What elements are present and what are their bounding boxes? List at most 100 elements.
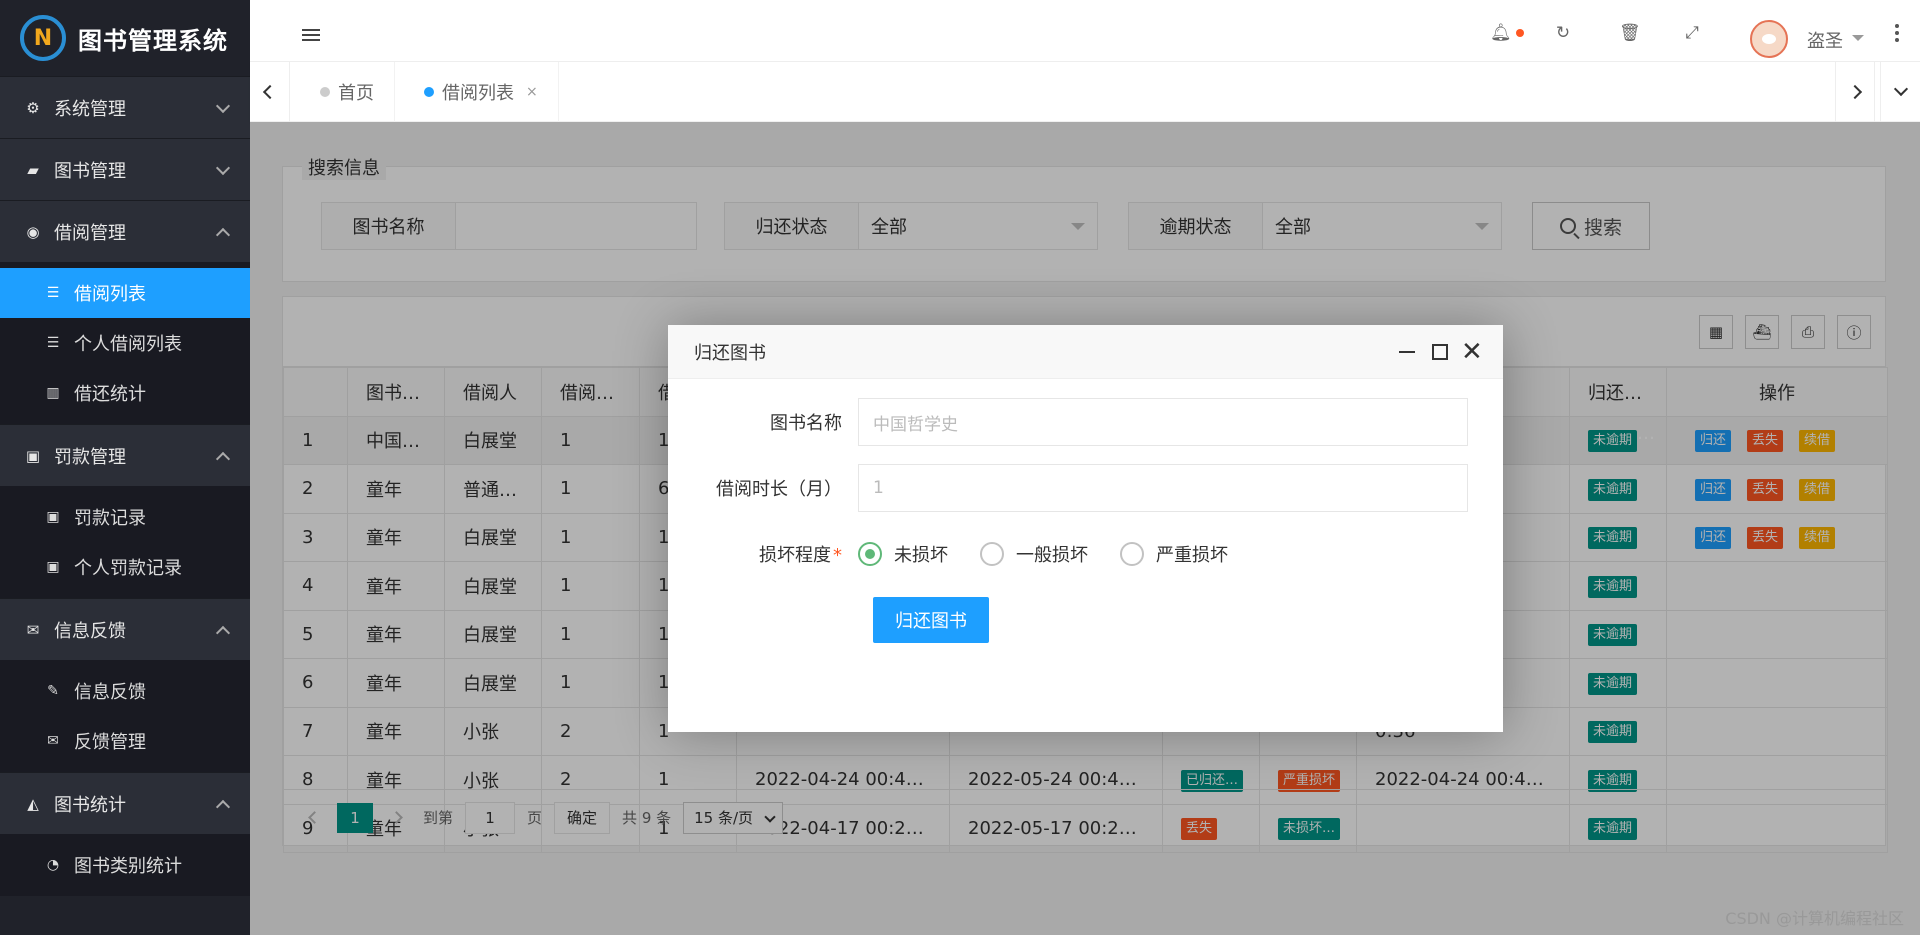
tab-scroll-left-icon[interactable] bbox=[250, 62, 290, 122]
tab-scroll-right-icon[interactable] bbox=[1835, 62, 1875, 122]
damage-radio-2[interactable]: 严重损坏 bbox=[1120, 541, 1228, 567]
dialog-row-book-name: 图书名称 中国哲学史 bbox=[668, 398, 1468, 446]
logo-letter: N bbox=[33, 25, 53, 51]
sidebar-item-label: 借还统计 bbox=[74, 384, 146, 405]
logo-icon: N bbox=[20, 15, 66, 61]
app-title: 图书管理系统 bbox=[78, 26, 228, 55]
sidebar-item-2-0[interactable]: ☰ 借阅列表 bbox=[0, 268, 250, 318]
tab-close-icon[interactable]: × bbox=[526, 84, 538, 100]
dialog-damage-label: 损坏程度 * bbox=[668, 541, 858, 567]
radio-label: 严重损坏 bbox=[1156, 545, 1228, 566]
sidebar-group-label: 借阅管理 bbox=[54, 222, 126, 244]
sidebar-item-5-0[interactable]: ◔ 图书类别统计 bbox=[0, 840, 250, 890]
sidebar-group-5[interactable]: ◭ 图书统计 bbox=[0, 772, 250, 834]
sidebar-item-icon: ▥ bbox=[46, 385, 60, 401]
sidebar-item-label: 个人借阅列表 bbox=[74, 334, 182, 355]
sidebar-item-icon: ☰ bbox=[46, 285, 60, 301]
user-caret-icon[interactable] bbox=[1852, 35, 1864, 47]
sidebar-submenu: ◔ 图书类别统计 bbox=[0, 834, 250, 896]
sidebar-item-label: 反馈管理 bbox=[74, 732, 146, 753]
sidebar-item-icon: ◔ bbox=[46, 857, 60, 873]
return-book-dialog: 归还图书 ✕ 图书名称 中国哲学史 借阅时长（月） 1 损坏程度 * 未损坏 一般损… bbox=[668, 325, 1503, 732]
sidebar-item-4-1[interactable]: ✉ 反馈管理 bbox=[0, 716, 250, 766]
gear-icon: ⚙ bbox=[26, 98, 40, 117]
logo[interactable]: N 图书管理系统 bbox=[0, 0, 250, 76]
tab-dot bbox=[320, 87, 330, 97]
tab-menu-chevron-down-icon[interactable] bbox=[1880, 62, 1920, 122]
dialog-duration-input[interactable]: 1 bbox=[858, 464, 1468, 512]
sidebar-group-3[interactable]: ▣ 罚款管理 bbox=[0, 424, 250, 486]
more-icon[interactable] bbox=[1895, 24, 1899, 42]
sidebar-item-label: 借阅列表 bbox=[74, 284, 146, 305]
sidebar-item-2-1[interactable]: ☰ 个人借阅列表 bbox=[0, 318, 250, 368]
sidebar-group-1[interactable]: ▰ 图书管理 bbox=[0, 138, 250, 200]
sidebar-group-label: 系统管理 bbox=[54, 98, 126, 120]
chevron-up-icon bbox=[215, 625, 231, 640]
chevron-down-icon bbox=[215, 160, 231, 175]
menu-toggle-icon[interactable] bbox=[302, 29, 320, 43]
dialog-row-duration: 借阅时长（月） 1 bbox=[668, 464, 1468, 512]
sidebar-group-label: 罚款管理 bbox=[54, 446, 126, 468]
sidebar-item-label: 图书类别统计 bbox=[74, 856, 182, 877]
username[interactable]: 盗圣 bbox=[1807, 27, 1843, 53]
tab-dot bbox=[424, 87, 434, 97]
dialog-header: 归还图书 ✕ bbox=[668, 325, 1503, 379]
damage-radio-0[interactable]: 未损坏 bbox=[858, 541, 948, 567]
sidebar-item-4-0[interactable]: ✎ 信息反馈 bbox=[0, 666, 250, 716]
envelope-icon: ✉ bbox=[26, 620, 40, 639]
sidebar-group-2[interactable]: ◉ 借阅管理 bbox=[0, 200, 250, 262]
close-icon[interactable]: ✕ bbox=[1461, 339, 1483, 365]
sidebar-group-0[interactable]: ⚙ 系统管理 bbox=[0, 76, 250, 138]
sidebar-item-icon: ☰ bbox=[46, 335, 60, 351]
radio-circle-icon bbox=[980, 542, 1004, 566]
return-book-submit-button[interactable]: 归还图书 bbox=[873, 597, 989, 643]
sidebar-item-icon: ▣ bbox=[46, 559, 60, 575]
notification-dot bbox=[1516, 29, 1524, 37]
damage-radio-1[interactable]: 一般损坏 bbox=[980, 541, 1088, 567]
required-mark: * bbox=[833, 545, 842, 566]
money-icon: ▣ bbox=[25, 446, 41, 465]
dialog-book-name-input[interactable]: 中国哲学史 bbox=[858, 398, 1468, 446]
compass-icon: ◉ bbox=[26, 222, 40, 241]
sidebar-submenu: ✎ 信息反馈 ✉ 反馈管理 bbox=[0, 660, 250, 772]
minimize-icon[interactable] bbox=[1399, 351, 1415, 353]
sidebar-item-2-2[interactable]: ▥ 借还统计 bbox=[0, 368, 250, 418]
dialog-row-damage: 损坏程度 * 未损坏 一般损坏 严重损坏 bbox=[668, 530, 1260, 578]
tab-bar: 首页 借阅列表 × bbox=[250, 62, 1920, 122]
sidebar-item-3-1[interactable]: ▣ 个人罚款记录 bbox=[0, 542, 250, 592]
chevron-down-icon bbox=[215, 98, 231, 113]
dialog-title: 归还图书 bbox=[694, 342, 766, 364]
sidebar-submenu: ☰ 借阅列表 ☰ 个人借阅列表 ▥ 借还统计 bbox=[0, 262, 250, 424]
damage-label-text: 损坏程度 bbox=[759, 545, 831, 566]
sidebar-item-3-0[interactable]: ▣ 罚款记录 bbox=[0, 492, 250, 542]
sidebar-group-4[interactable]: ✉ 信息反馈 bbox=[0, 598, 250, 660]
sidebar-group-label: 图书统计 bbox=[54, 794, 126, 816]
trash-icon[interactable]: 🗑︎ bbox=[1619, 24, 1641, 42]
tab-home[interactable]: 首页 bbox=[290, 62, 395, 122]
chevron-up-icon bbox=[215, 227, 231, 242]
maximize-icon[interactable] bbox=[1432, 344, 1448, 360]
sidebar-item-label: 信息反馈 bbox=[74, 682, 146, 703]
tab-label: 首页 bbox=[338, 83, 374, 104]
chevron-up-icon bbox=[215, 799, 231, 814]
tab-label: 借阅列表 bbox=[442, 83, 514, 104]
sidebar-submenu: ▣ 罚款记录 ▣ 个人罚款记录 bbox=[0, 486, 250, 598]
radio-label: 一般损坏 bbox=[1016, 545, 1088, 566]
dialog-duration-label: 借阅时长（月） bbox=[716, 479, 842, 500]
refresh-icon[interactable]: ↻ bbox=[1554, 24, 1572, 42]
sidebar-item-icon: ✎ bbox=[47, 683, 59, 699]
bell-icon[interactable]: 🔔︎ bbox=[1490, 24, 1512, 42]
tab-borrow-list[interactable]: 借阅列表 × bbox=[394, 62, 559, 122]
radio-circle-icon bbox=[1120, 542, 1144, 566]
sidebar-item-icon: ✉ bbox=[47, 733, 59, 749]
top-header: 🔔︎ ↻ 🗑︎ ⤢ 盗圣 bbox=[250, 0, 1920, 62]
avatar[interactable] bbox=[1750, 20, 1788, 58]
sidebar-item-label: 个人罚款记录 bbox=[74, 558, 182, 579]
sidebar-menu: ⚙ 系统管理 ▰ 图书管理 ◉ 借阅管理 ☰ 借阅列表 ☰ 个人借阅列表 ▥ 借还统计 ▣ 罚款管理 ▣ 罚款… bbox=[0, 76, 250, 896]
radio-label: 未损坏 bbox=[894, 545, 948, 566]
fullscreen-icon[interactable]: ⤢ bbox=[1683, 24, 1701, 42]
radio-circle-icon bbox=[858, 542, 882, 566]
watermark: CSDN @计算机编程社区 bbox=[1725, 909, 1904, 928]
damage-radio-group: 未损坏 一般损坏 严重损坏 bbox=[858, 541, 1260, 567]
sidebar: N 图书管理系统 ⚙ 系统管理 ▰ 图书管理 ◉ 借阅管理 ☰ 借阅列表 ☰ 个人借阅列表 ▥ 借还统… bbox=[0, 0, 250, 935]
